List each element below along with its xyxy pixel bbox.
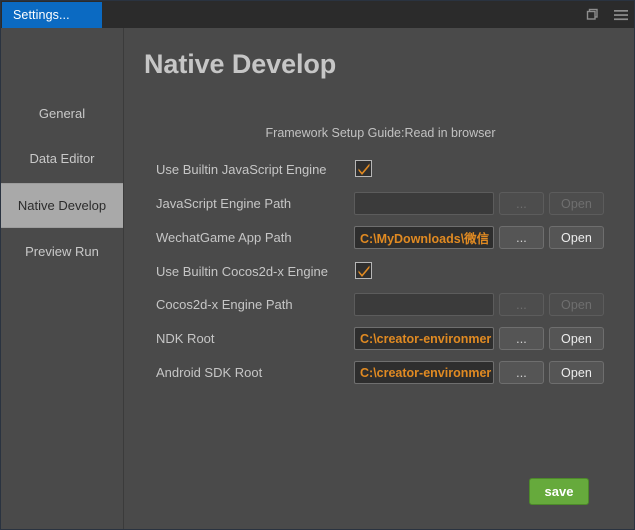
open-button-cocos2dx-engine-path[interactable]: Open (549, 293, 604, 316)
row-label: JavaScript Engine Path (156, 196, 292, 211)
form-row-wechatgame-app-path: WechatGame App Path C:\MyDownloads\微信 ..… (125, 226, 634, 250)
open-button-wechatgame-app-path[interactable]: Open (549, 226, 604, 249)
settings-window: Settings... General Data Editor Native D… (0, 0, 635, 530)
checkbox-use-builtin-javascript-engine[interactable] (355, 160, 372, 177)
restore-window-icon[interactable] (583, 6, 601, 24)
check-icon (358, 265, 370, 277)
form-row-cocos2dx-engine-path: Cocos2d-x Engine Path ... Open (125, 293, 634, 317)
row-label: Android SDK Root (156, 365, 263, 380)
hamburger-menu-icon[interactable] (612, 6, 630, 24)
browse-button-ndk-root[interactable]: ... (499, 327, 544, 350)
window-tab-bar: Settings... (1, 1, 634, 28)
row-label: Use Builtin Cocos2d-x Engine (156, 264, 328, 279)
browse-button-wechatgame-app-path[interactable]: ... (499, 226, 544, 249)
input-wechatgame-app-path[interactable]: C:\MyDownloads\微信 (354, 226, 494, 249)
row-label: NDK Root (156, 331, 215, 346)
check-icon (358, 163, 370, 175)
window-controls (583, 1, 630, 28)
input-javascript-engine-path[interactable] (354, 192, 494, 215)
browse-button-android-sdk-root[interactable]: ... (499, 361, 544, 384)
settings-main-panel: Native Develop Framework Setup Guide:Rea… (125, 28, 634, 529)
browse-button-javascript-engine-path[interactable]: ... (499, 192, 544, 215)
browse-button-cocos2dx-engine-path[interactable]: ... (499, 293, 544, 316)
form-row-android-sdk-root: Android SDK Root C:\creator-environmer .… (125, 361, 634, 385)
row-label: Cocos2d-x Engine Path (156, 297, 293, 312)
form-row-use-builtin-cocos2dx-engine: Use Builtin Cocos2d-x Engine (125, 260, 634, 284)
form-row-javascript-engine-path: JavaScript Engine Path ... Open (125, 192, 634, 216)
tab-settings[interactable]: Settings... (2, 2, 102, 28)
sidebar-item-preview-run[interactable]: Preview Run (1, 229, 123, 274)
input-android-sdk-root[interactable]: C:\creator-environmer (354, 361, 494, 384)
sidebar-item-label: Native Develop (17, 198, 107, 213)
sidebar-item-native-develop[interactable]: Native Develop (1, 183, 123, 228)
input-ndk-root[interactable]: C:\creator-environmer (354, 327, 494, 350)
sidebar-item-general[interactable]: General (1, 91, 123, 136)
save-button[interactable]: save (529, 478, 589, 505)
row-label: Use Builtin JavaScript Engine (156, 162, 327, 177)
open-button-ndk-root[interactable]: Open (549, 327, 604, 350)
tab-settings-label: Settings... (13, 8, 70, 22)
sidebar-item-data-editor[interactable]: Data Editor (1, 136, 123, 181)
page-title: Native Develop (144, 49, 337, 79)
form-row-use-builtin-javascript-engine: Use Builtin JavaScript Engine (125, 158, 634, 182)
open-button-android-sdk-root[interactable]: Open (549, 361, 604, 384)
row-label: WechatGame App Path (156, 230, 292, 245)
form-row-ndk-root: NDK Root C:\creator-environmer ... Open (125, 327, 634, 351)
settings-sidebar: General Data Editor Native Develop Previ… (1, 28, 124, 529)
checkbox-use-builtin-cocos2dx-engine[interactable] (355, 262, 372, 279)
sidebar-item-label: General (38, 106, 86, 121)
framework-setup-guide-link[interactable]: Framework Setup Guide:Read in browser (125, 126, 634, 140)
sidebar-item-label: Preview Run (25, 244, 99, 259)
open-button-javascript-engine-path[interactable]: Open (549, 192, 604, 215)
sidebar-item-label: Data Editor (29, 151, 95, 166)
input-cocos2dx-engine-path[interactable] (354, 293, 494, 316)
